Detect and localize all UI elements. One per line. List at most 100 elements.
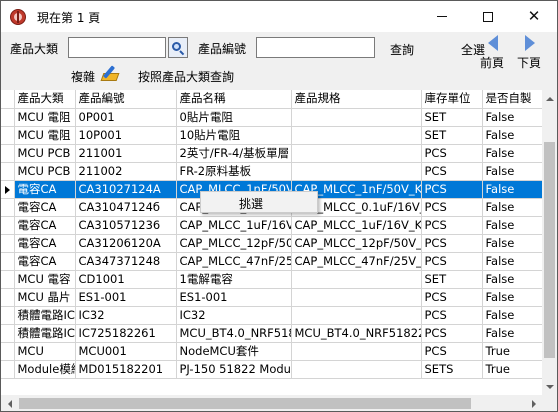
row-header[interactable] (1, 108, 15, 127)
table-cell[interactable]: PCS (421, 306, 483, 325)
row-header[interactable] (1, 360, 15, 379)
table-cell[interactable]: PCS (421, 234, 483, 253)
table-cell[interactable]: CAP_MLCC_12pF/50V_J_ (291, 234, 422, 253)
table-cell[interactable] (291, 108, 422, 127)
table-cell[interactable]: SET (421, 126, 483, 145)
table-cell[interactable]: 0貼片電阻 (176, 108, 292, 127)
table-cell[interactable]: MCU PCB (14, 144, 76, 163)
table-row[interactable]: MCU 電阻 10P001 10貼片電阻 SET False (1, 126, 542, 145)
table-cell[interactable]: MCU (14, 342, 76, 361)
table-cell[interactable] (291, 288, 422, 307)
category-input[interactable] (68, 37, 166, 58)
table-cell[interactable]: CAP_MLCC_47nF/25V_ (176, 252, 292, 271)
table-cell[interactable]: CAP_MLCC_47nF/25V_K_ (291, 252, 422, 271)
row-header[interactable] (1, 288, 15, 307)
copy-button[interactable]: 複雜 (71, 68, 95, 85)
table-cell[interactable]: False (482, 324, 542, 343)
table-cell[interactable]: MD015182201 (75, 360, 177, 379)
table-cell[interactable] (291, 162, 422, 181)
column-header[interactable]: 產品大類 (14, 90, 76, 109)
column-header[interactable]: 產品規格 (291, 90, 422, 109)
product-code-input[interactable] (256, 37, 375, 58)
table-cell[interactable]: FR-2原料基板 (176, 162, 292, 181)
table-cell[interactable]: 211002 (75, 162, 177, 181)
table-cell[interactable]: SET (421, 270, 483, 289)
table-row[interactable]: MCU 電阻 0P001 0貼片電阻 SET False (1, 108, 542, 127)
table-cell[interactable]: PCS (421, 252, 483, 271)
search-button[interactable]: 查詢 (390, 41, 414, 58)
table-cell[interactable] (291, 360, 422, 379)
table-cell[interactable] (291, 342, 422, 361)
table-cell[interactable] (291, 126, 422, 145)
table-cell[interactable]: IC32 (75, 306, 177, 325)
table-cell[interactable]: PCS (421, 324, 483, 343)
row-header[interactable] (1, 306, 15, 325)
table-cell[interactable]: IC32 (176, 306, 292, 325)
table-cell[interactable]: PCS (421, 144, 483, 163)
table-cell[interactable] (291, 144, 422, 163)
table-row[interactable]: MCU PCB 211002 FR-2原料基板 PCS False (1, 162, 542, 181)
column-header[interactable]: 產品編號 (75, 90, 177, 109)
row-header[interactable] (1, 252, 15, 271)
row-header[interactable] (1, 234, 15, 253)
row-header[interactable] (1, 270, 15, 289)
table-cell[interactable]: 電容CA (14, 180, 76, 199)
scroll-down-button[interactable] (542, 378, 557, 395)
next-page-icon[interactable] (525, 35, 539, 51)
table-cell[interactable]: CA31206120A (75, 234, 177, 253)
table-cell[interactable]: MCU 電阻 (14, 108, 76, 127)
minimize-button[interactable] (419, 1, 465, 32)
table-cell[interactable]: 電容CA (14, 216, 76, 235)
table-cell[interactable]: IC725182261 (75, 324, 177, 343)
horizontal-scrollbar[interactable] (1, 395, 542, 411)
table-row[interactable]: MCU MCU001 NodeMCU套件 PCS True (1, 342, 542, 361)
scroll-left-button[interactable] (1, 395, 18, 411)
row-header[interactable] (1, 342, 15, 361)
table-cell[interactable]: 積體電路IC (14, 324, 76, 343)
table-cell[interactable]: MCU_BT4.0_NRF5182 (176, 324, 292, 343)
table-cell[interactable]: MCU_BT4.0_NRF51822_I (291, 324, 422, 343)
table-cell[interactable]: 積體電路IC (14, 306, 76, 325)
table-cell[interactable]: ES1-001 (176, 288, 292, 307)
table-cell[interactable]: CA347371248 (75, 252, 177, 271)
table-cell[interactable]: False (482, 234, 542, 253)
table-cell[interactable]: CA31047124б (75, 198, 177, 217)
table-cell[interactable]: NodeMCU套件 (176, 342, 292, 361)
vertical-scroll-thumb[interactable] (544, 142, 555, 358)
table-cell[interactable]: PJ-150 51822 Module (176, 360, 292, 379)
table-row[interactable]: 電容CACA31206120ACAP_MLCC_12pF/50V_CAP_MLC… (1, 234, 542, 253)
row-header[interactable] (1, 162, 15, 181)
table-row[interactable]: 積體電路IC IC32 IC32 PCS False (1, 306, 542, 325)
column-header[interactable]: 產品名稱 (176, 90, 292, 109)
table-cell[interactable]: 電容CA (14, 198, 76, 217)
horizontal-scroll-thumb[interactable] (19, 398, 471, 409)
table-cell[interactable]: False (482, 198, 542, 217)
table-cell[interactable]: False (482, 306, 542, 325)
product-grid[interactable]: 產品大類 產品編號 產品名稱 產品規格 庫存單位 是否自製 MCU 電阻 0P00… (1, 90, 542, 395)
row-header[interactable] (1, 144, 15, 163)
table-cell[interactable]: False (482, 252, 542, 271)
row-header[interactable] (1, 216, 15, 235)
table-cell[interactable]: MCU 電阻 (14, 126, 76, 145)
scroll-up-button[interactable] (542, 90, 557, 107)
column-header[interactable]: 庫存單位 (421, 90, 483, 109)
table-cell[interactable]: SET (421, 108, 483, 127)
table-cell[interactable]: CA31027124A (75, 180, 177, 199)
table-row[interactable]: MCU 電容 CD1001 1電解電容 SET False (1, 270, 542, 289)
table-cell[interactable]: PCS (421, 216, 483, 235)
table-cell[interactable]: False (482, 180, 542, 199)
column-header[interactable]: 是否自製 (482, 90, 542, 109)
table-row[interactable]: 電容CA CA310571236 CAP_MLCC_1uF/16V_ CAP_MLCC… (1, 216, 542, 235)
table-cell[interactable]: False (482, 270, 542, 289)
row-header[interactable] (1, 126, 15, 145)
table-cell[interactable]: PCS (421, 198, 483, 217)
table-cell[interactable]: MCU PCB (14, 162, 76, 181)
table-row[interactable]: Module模組MD015182201PJ-150 51822 Module SE… (1, 360, 542, 379)
prev-page-button[interactable]: 前頁 (480, 54, 504, 71)
table-cell[interactable]: True (482, 342, 542, 361)
table-cell[interactable] (291, 306, 422, 325)
table-cell[interactable]: 0P001 (75, 108, 177, 127)
table-cell[interactable]: False (482, 108, 542, 127)
table-cell[interactable]: PCS (421, 162, 483, 181)
row-header[interactable] (1, 198, 15, 217)
